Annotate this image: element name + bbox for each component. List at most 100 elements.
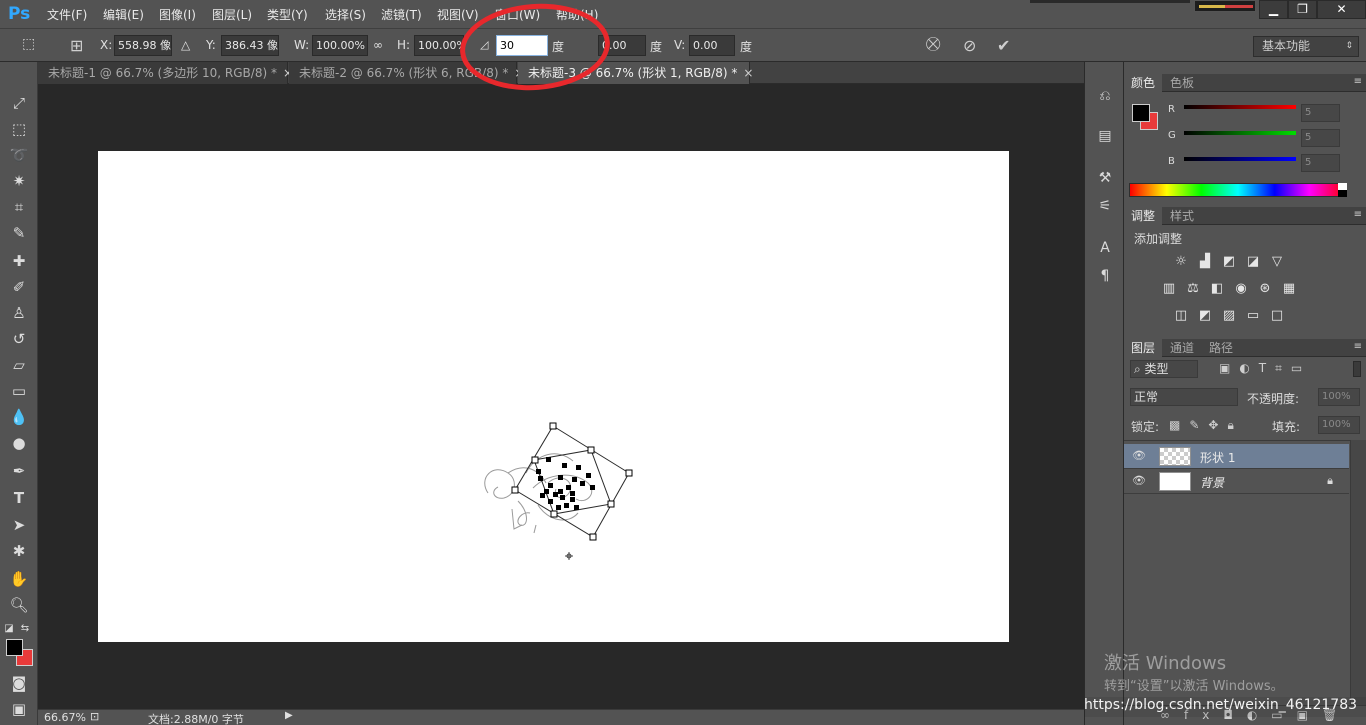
invert-icon[interactable]: ◫ (1172, 307, 1190, 325)
filter-icons[interactable]: ▣◐T⌗▭ (1219, 361, 1311, 376)
spectrum-bw-swatch[interactable] (1338, 183, 1347, 197)
h-field[interactable]: 100.00% (414, 35, 464, 56)
layer-filter-select[interactable]: ⌕ 类型 (1130, 360, 1198, 378)
tab-paths[interactable]: 路径 (1202, 339, 1240, 357)
exposure-icon[interactable]: ◪ (1244, 253, 1262, 271)
cancel-transform-icon[interactable]: ⊘ (963, 36, 976, 55)
layer-name[interactable]: 形状 1 (1200, 449, 1235, 466)
gradient-map-icon[interactable]: ▭ (1244, 307, 1262, 325)
layer-name[interactable]: 背景 (1200, 474, 1224, 491)
menu-select[interactable]: 选择(S) (325, 6, 366, 23)
menu-file[interactable]: 文件(F) (47, 6, 87, 23)
dodge-tool-icon[interactable]: ● (6, 432, 32, 454)
properties-panel-icon[interactable]: ▤ (1095, 128, 1115, 148)
transform-tool-icon[interactable]: ⬚ (22, 36, 35, 52)
zoom-tool-icon[interactable]: 🔍︎ (6, 594, 32, 616)
v-skew-field[interactable]: 0.00 (689, 35, 735, 56)
layer-row[interactable]: 👁︎ 形状 1 (1124, 444, 1349, 469)
channel-b-slider[interactable] (1184, 157, 1296, 161)
custom-shape-icon[interactable]: ✱ (6, 540, 32, 562)
commit-transform-icon[interactable]: ✔ (997, 36, 1010, 55)
blend-mode-select[interactable]: 正常 (1130, 388, 1238, 406)
paragraph-panel-icon[interactable]: ¶ (1095, 268, 1115, 288)
hue-saturation-icon[interactable]: ▥ (1160, 280, 1178, 298)
brightness-icon[interactable]: ☼ (1172, 253, 1190, 271)
menu-view[interactable]: 视图(V) (437, 6, 479, 23)
tab-styles[interactable]: 样式 (1163, 207, 1201, 225)
character-panel-icon[interactable]: A (1095, 240, 1115, 260)
posterize-icon[interactable]: ◩ (1196, 307, 1214, 325)
delta-icon[interactable]: △ (181, 38, 190, 52)
gradient-tool-icon[interactable]: ▭ (6, 380, 32, 402)
document-canvas[interactable] (98, 151, 1009, 642)
minimize-button[interactable]: ▁ (1259, 0, 1288, 19)
marquee-tool-icon[interactable]: ⬚ (6, 118, 32, 140)
photo-filter-icon[interactable]: ◉ (1232, 280, 1250, 298)
doc-tab-1[interactable]: 未标题-1 @ 66.7% (多边形 10, RGB/8) * × (38, 62, 293, 84)
threshold-icon[interactable]: ▨ (1220, 307, 1238, 325)
vibrance-icon[interactable]: ▽ (1268, 253, 1286, 271)
quick-mask-icon[interactable]: ◙ (6, 672, 32, 694)
shape-transform-selection[interactable] (478, 413, 648, 573)
menu-type[interactable]: 类型(Y) (267, 6, 308, 23)
channel-r-slider[interactable] (1184, 105, 1296, 109)
brush-panel-icon[interactable]: ⚒ (1095, 170, 1115, 190)
eye-icon[interactable]: 👁︎ (1132, 449, 1146, 462)
move-tool-icon[interactable]: ⤢ (6, 92, 32, 114)
filter-toggle[interactable] (1353, 361, 1361, 377)
path-selection-icon[interactable]: ➤ (6, 514, 32, 536)
fill-field[interactable]: 100% (1318, 416, 1360, 434)
black-white-icon[interactable]: ◧ (1208, 280, 1226, 298)
brush-presets-icon[interactable]: ⚟ (1095, 198, 1115, 218)
layers-scrollbar[interactable] (1350, 440, 1366, 705)
x-field[interactable]: 558.98 像素 (114, 35, 172, 56)
selective-color-icon[interactable]: □ (1268, 307, 1286, 325)
channel-g-value[interactable]: 5 (1301, 129, 1340, 147)
hand-tool-icon[interactable]: ✋ (6, 568, 32, 590)
history-brush-icon[interactable]: ↺ (6, 328, 32, 350)
crop-tool-icon[interactable]: ⌗ (6, 196, 32, 218)
close-tab-icon[interactable]: × (743, 66, 753, 80)
y-field[interactable]: 386.43 像素 (221, 35, 279, 56)
color-spectrum[interactable] (1129, 183, 1347, 197)
screen-mode-icon[interactable]: ▣ (6, 698, 32, 720)
lasso-tool-icon[interactable]: ➰ (6, 144, 32, 166)
channel-r-value[interactable]: 5 (1301, 104, 1340, 122)
reference-point-icon[interactable]: ⊞ (70, 36, 83, 55)
stamp-tool-icon[interactable]: ♙ (6, 302, 32, 324)
panel-menu-icon[interactable]: ≡ (1354, 341, 1362, 352)
blur-tool-icon[interactable]: 💧 (6, 406, 32, 428)
swap-colors-icon[interactable]: ⇆ (18, 618, 32, 640)
close-window-button[interactable]: ✕ (1317, 0, 1366, 19)
tab-adjustments[interactable]: 调整 (1124, 207, 1163, 225)
eraser-icon[interactable]: ▱ (6, 354, 32, 376)
levels-icon[interactable]: ▟ (1196, 253, 1214, 271)
foreground-color-swatch[interactable] (6, 639, 23, 656)
eyedropper-icon[interactable]: ✎ (6, 222, 32, 244)
type-tool-icon[interactable]: T (6, 487, 32, 509)
info-icon[interactable]: ⊡ (90, 710, 99, 723)
channel-b-value[interactable]: 5 (1301, 154, 1340, 172)
menu-image[interactable]: 图像(I) (159, 6, 196, 23)
healing-brush-icon[interactable]: ✚ (6, 250, 32, 272)
restore-button[interactable]: ❐ (1288, 0, 1317, 19)
tab-layers[interactable]: 图层 (1124, 339, 1163, 357)
status-menu-arrow-icon[interactable]: ▶ (285, 710, 293, 721)
tab-channels[interactable]: 通道 (1163, 339, 1201, 357)
menu-edit[interactable]: 编辑(E) (103, 6, 144, 23)
layer-row[interactable]: 👁︎ 背景 🔒︎ (1124, 469, 1349, 494)
magic-wand-icon[interactable]: ✷ (6, 170, 32, 192)
brush-tool-icon[interactable]: ✐ (6, 276, 32, 298)
warp-icon[interactable]: ⛒ (926, 36, 940, 52)
color-lookup-icon[interactable]: ▦ (1280, 280, 1298, 298)
zoom-level[interactable]: 66.67% (44, 711, 86, 724)
link-icon[interactable]: ∞ (373, 38, 383, 52)
eye-icon[interactable]: 👁︎ (1132, 474, 1146, 487)
history-panel-icon[interactable]: ⎌ (1095, 88, 1115, 108)
color-fg-swatch[interactable] (1132, 104, 1150, 122)
color-balance-icon[interactable]: ⚖ (1184, 280, 1202, 298)
panel-menu-icon[interactable]: ≡ (1354, 76, 1362, 87)
opacity-field[interactable]: 100% (1318, 388, 1360, 406)
lock-icons[interactable]: ▩✎✥🔒︎ (1169, 418, 1243, 433)
channel-g-slider[interactable] (1184, 131, 1296, 135)
